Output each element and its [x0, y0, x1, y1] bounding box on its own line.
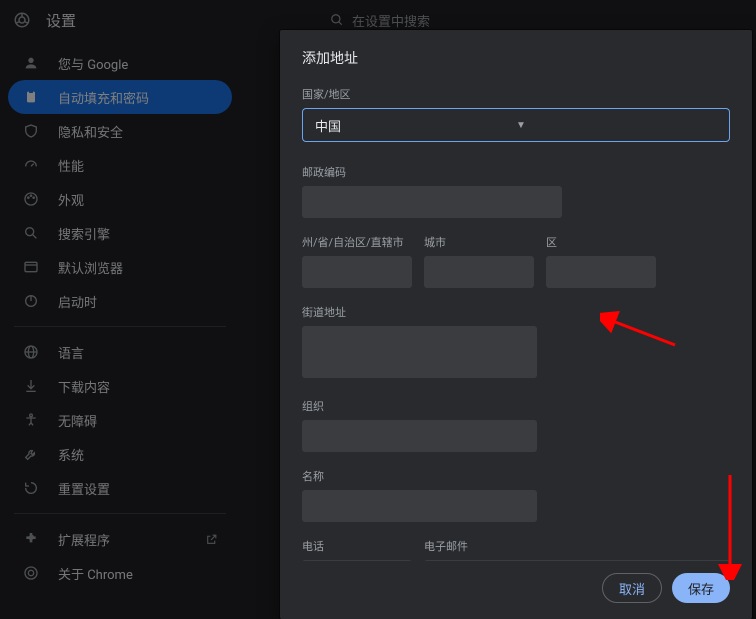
sidebar-item-label: 性能 [58, 156, 84, 175]
search-icon [330, 13, 344, 27]
street-label: 街道地址 [302, 304, 537, 320]
sidebar-item-label: 您与 Google [58, 54, 128, 73]
person-icon [22, 55, 40, 71]
org-input[interactable] [302, 420, 537, 452]
sidebar-item-extensions[interactable]: 扩展程序 [8, 522, 232, 556]
sidebar-item-label: 无障碍 [58, 411, 97, 430]
email-label: 电子邮件 [424, 538, 730, 554]
chrome-icon [22, 565, 40, 581]
dialog-title: 添加地址 [302, 48, 730, 68]
sidebar-item-search-engine[interactable]: 搜索引擎 [8, 216, 232, 250]
clipboard-icon [22, 89, 40, 105]
sidebar-item-you-and-google[interactable]: 您与 Google [8, 46, 232, 80]
sidebar-item-privacy[interactable]: 隐私和安全 [8, 114, 232, 148]
postal-input[interactable] [302, 186, 562, 218]
speed-icon [22, 157, 40, 173]
country-select[interactable]: 中国 ▼ [302, 108, 730, 142]
palette-icon [22, 191, 40, 207]
reset-icon [22, 480, 40, 496]
country-label: 国家/地区 [302, 86, 730, 102]
sidebar-item-reset[interactable]: 重置设置 [8, 471, 232, 505]
divider [14, 513, 226, 514]
shield-icon [22, 123, 40, 139]
sidebar-item-label: 系统 [58, 445, 84, 464]
street-input[interactable] [302, 326, 537, 378]
name-label: 名称 [302, 468, 537, 484]
cancel-button[interactable]: 取消 [602, 573, 662, 603]
sidebar-item-label: 关于 Chrome [58, 564, 133, 583]
sidebar-item-label: 语言 [58, 343, 84, 362]
sidebar-item-label: 外观 [58, 190, 84, 209]
puzzle-icon [22, 531, 40, 547]
sidebar-item-label: 搜索引擎 [58, 224, 110, 243]
sidebar-item-label: 扩展程序 [58, 530, 110, 549]
sidebar-item-label: 启动时 [58, 292, 97, 311]
globe-icon [22, 344, 40, 360]
wrench-icon [22, 446, 40, 462]
sidebar-item-label: 隐私和安全 [58, 122, 123, 141]
sidebar-item-accessibility[interactable]: 无障碍 [8, 403, 232, 437]
search-icon [22, 225, 40, 241]
sidebar-item-languages[interactable]: 语言 [8, 335, 232, 369]
region-label: 州/省/自治区/直辖市 [302, 234, 412, 250]
sidebar-item-label: 重置设置 [58, 479, 110, 498]
search-placeholder: 在设置中搜索 [352, 11, 430, 30]
sidebar-item-label: 自动填充和密码 [58, 88, 149, 107]
search-bar[interactable]: 在设置中搜索 [330, 11, 744, 30]
browser-icon [22, 259, 40, 275]
a11y-icon [22, 412, 40, 428]
add-address-dialog: 添加地址 国家/地区 中国 ▼ 邮政编码 州/省/自治区/直辖市 城市 区 [280, 30, 752, 619]
postal-label: 邮政编码 [302, 164, 562, 180]
page-title: 设置 [46, 10, 96, 31]
sidebar-item-about[interactable]: 关于 Chrome [8, 556, 232, 590]
sidebar-item-performance[interactable]: 性能 [8, 148, 232, 182]
region-input[interactable] [302, 256, 412, 288]
city-input[interactable] [424, 256, 534, 288]
phone-label: 电话 [302, 538, 412, 554]
district-label: 区 [546, 234, 656, 250]
save-button[interactable]: 保存 [672, 573, 730, 603]
city-label: 城市 [424, 234, 534, 250]
sidebar-item-label: 下载内容 [58, 377, 110, 396]
chrome-logo-icon [12, 10, 32, 30]
download-icon [22, 378, 40, 394]
sidebar-item-startup[interactable]: 启动时 [8, 284, 232, 318]
divider [14, 326, 226, 327]
sidebar-item-downloads[interactable]: 下载内容 [8, 369, 232, 403]
district-input[interactable] [546, 256, 656, 288]
sidebar-item-system[interactable]: 系统 [8, 437, 232, 471]
sidebar-item-label: 默认浏览器 [58, 258, 123, 277]
chevron-down-icon: ▼ [516, 120, 717, 131]
org-label: 组织 [302, 398, 537, 414]
name-input[interactable] [302, 490, 537, 522]
external-link-icon [205, 533, 218, 546]
power-icon [22, 293, 40, 309]
sidebar-item-appearance[interactable]: 外观 [8, 182, 232, 216]
country-value: 中国 [315, 116, 516, 135]
sidebar-item-autofill[interactable]: 自动填充和密码 [8, 80, 232, 114]
sidebar-item-default-browser[interactable]: 默认浏览器 [8, 250, 232, 284]
sidebar: 您与 Google 自动填充和密码 隐私和安全 性能 外观 搜索引擎 默认浏览器 [0, 40, 240, 619]
